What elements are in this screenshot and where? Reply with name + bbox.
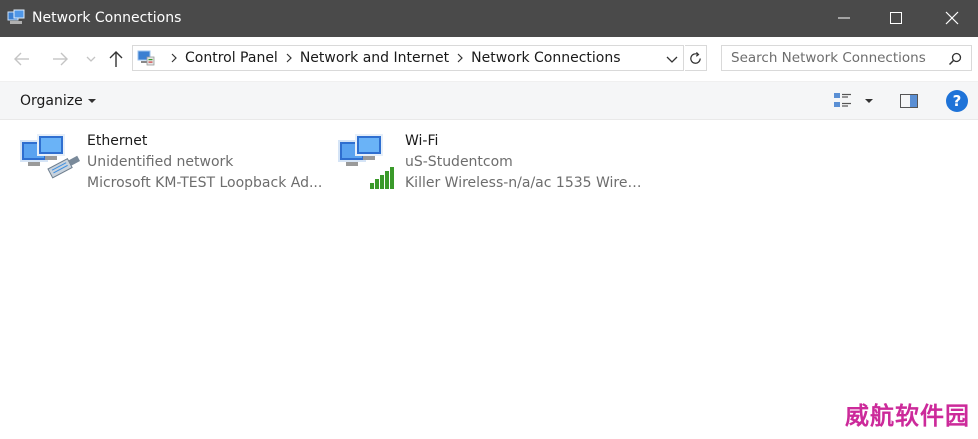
maximize-icon xyxy=(890,12,902,24)
breadcrumb: Control Panel Network and Internet Netwo… xyxy=(163,46,621,70)
ethernet-adapter-icon xyxy=(18,133,82,193)
arrow-left-icon xyxy=(14,52,29,66)
search-box[interactable] xyxy=(721,45,972,71)
refresh-icon xyxy=(690,51,701,64)
minimize-button[interactable] xyxy=(818,0,870,37)
preview-pane-button[interactable] xyxy=(898,90,922,112)
command-bar: Organize ? xyxy=(0,81,978,120)
address-dropdown-button[interactable] xyxy=(665,51,679,65)
search-icon[interactable] xyxy=(948,51,962,66)
caret-down-icon xyxy=(865,99,873,103)
maximize-button[interactable] xyxy=(870,0,922,37)
chevron-down-icon xyxy=(86,56,96,62)
connection-name: Wi-Fi xyxy=(405,133,439,149)
connection-item-ethernet[interactable]: Ethernet Unidentified network Microsoft … xyxy=(18,129,328,195)
connections-list: Ethernet Unidentified network Microsoft … xyxy=(0,121,978,439)
connection-status: uS-Studentcom xyxy=(405,154,513,170)
watermark-text: 威航软件园 xyxy=(845,401,970,430)
connection-item-wifi[interactable]: Wi-Fi uS-Studentcom Killer Wireless-n/a/… xyxy=(336,129,646,195)
connection-device: Microsoft KM-TEST Loopback Ad... xyxy=(87,175,323,191)
breadcrumb-separator-icon xyxy=(453,46,467,70)
view-details-icon xyxy=(834,93,851,107)
connection-name: Ethernet xyxy=(87,133,148,149)
connection-status: Unidentified network xyxy=(87,154,234,170)
preview-pane-icon xyxy=(900,94,918,108)
breadcrumb-network-and-internet[interactable]: Network and Internet xyxy=(300,50,449,66)
breadcrumb-separator-icon xyxy=(282,46,296,70)
close-button[interactable] xyxy=(926,0,978,37)
address-field[interactable]: Control Panel Network and Internet Netwo… xyxy=(132,45,684,71)
organize-button[interactable]: Organize xyxy=(12,90,104,112)
arrow-up-icon xyxy=(109,51,123,67)
window-title: Network Connections xyxy=(32,10,182,26)
breadcrumb-control-panel[interactable]: Control Panel xyxy=(185,50,278,66)
forward-button[interactable] xyxy=(50,49,70,69)
control-panel-icon xyxy=(137,49,155,67)
title-bar: Network Connections xyxy=(0,0,978,37)
address-bar-row: Control Panel Network and Internet Netwo… xyxy=(0,37,978,81)
organize-label: Organize xyxy=(20,93,83,109)
change-view-button[interactable] xyxy=(832,90,878,112)
up-button[interactable] xyxy=(106,49,126,69)
recent-locations-button[interactable] xyxy=(84,49,104,69)
breadcrumb-network-connections[interactable]: Network Connections xyxy=(471,50,620,66)
network-connections-app-icon xyxy=(7,9,26,26)
chevron-down-icon xyxy=(666,56,678,63)
search-input[interactable] xyxy=(722,46,942,70)
connection-device: Killer Wireless-n/a/ac 1535 Wirele... xyxy=(405,175,645,191)
refresh-button[interactable] xyxy=(685,45,707,71)
help-button[interactable]: ? xyxy=(946,90,968,112)
breadcrumb-separator-icon xyxy=(167,46,181,70)
minimize-icon xyxy=(838,17,850,19)
caret-down-icon xyxy=(87,99,96,103)
back-button[interactable] xyxy=(12,49,32,69)
arrow-right-icon xyxy=(53,52,68,66)
wifi-adapter-icon xyxy=(336,133,400,193)
close-icon xyxy=(945,11,959,25)
